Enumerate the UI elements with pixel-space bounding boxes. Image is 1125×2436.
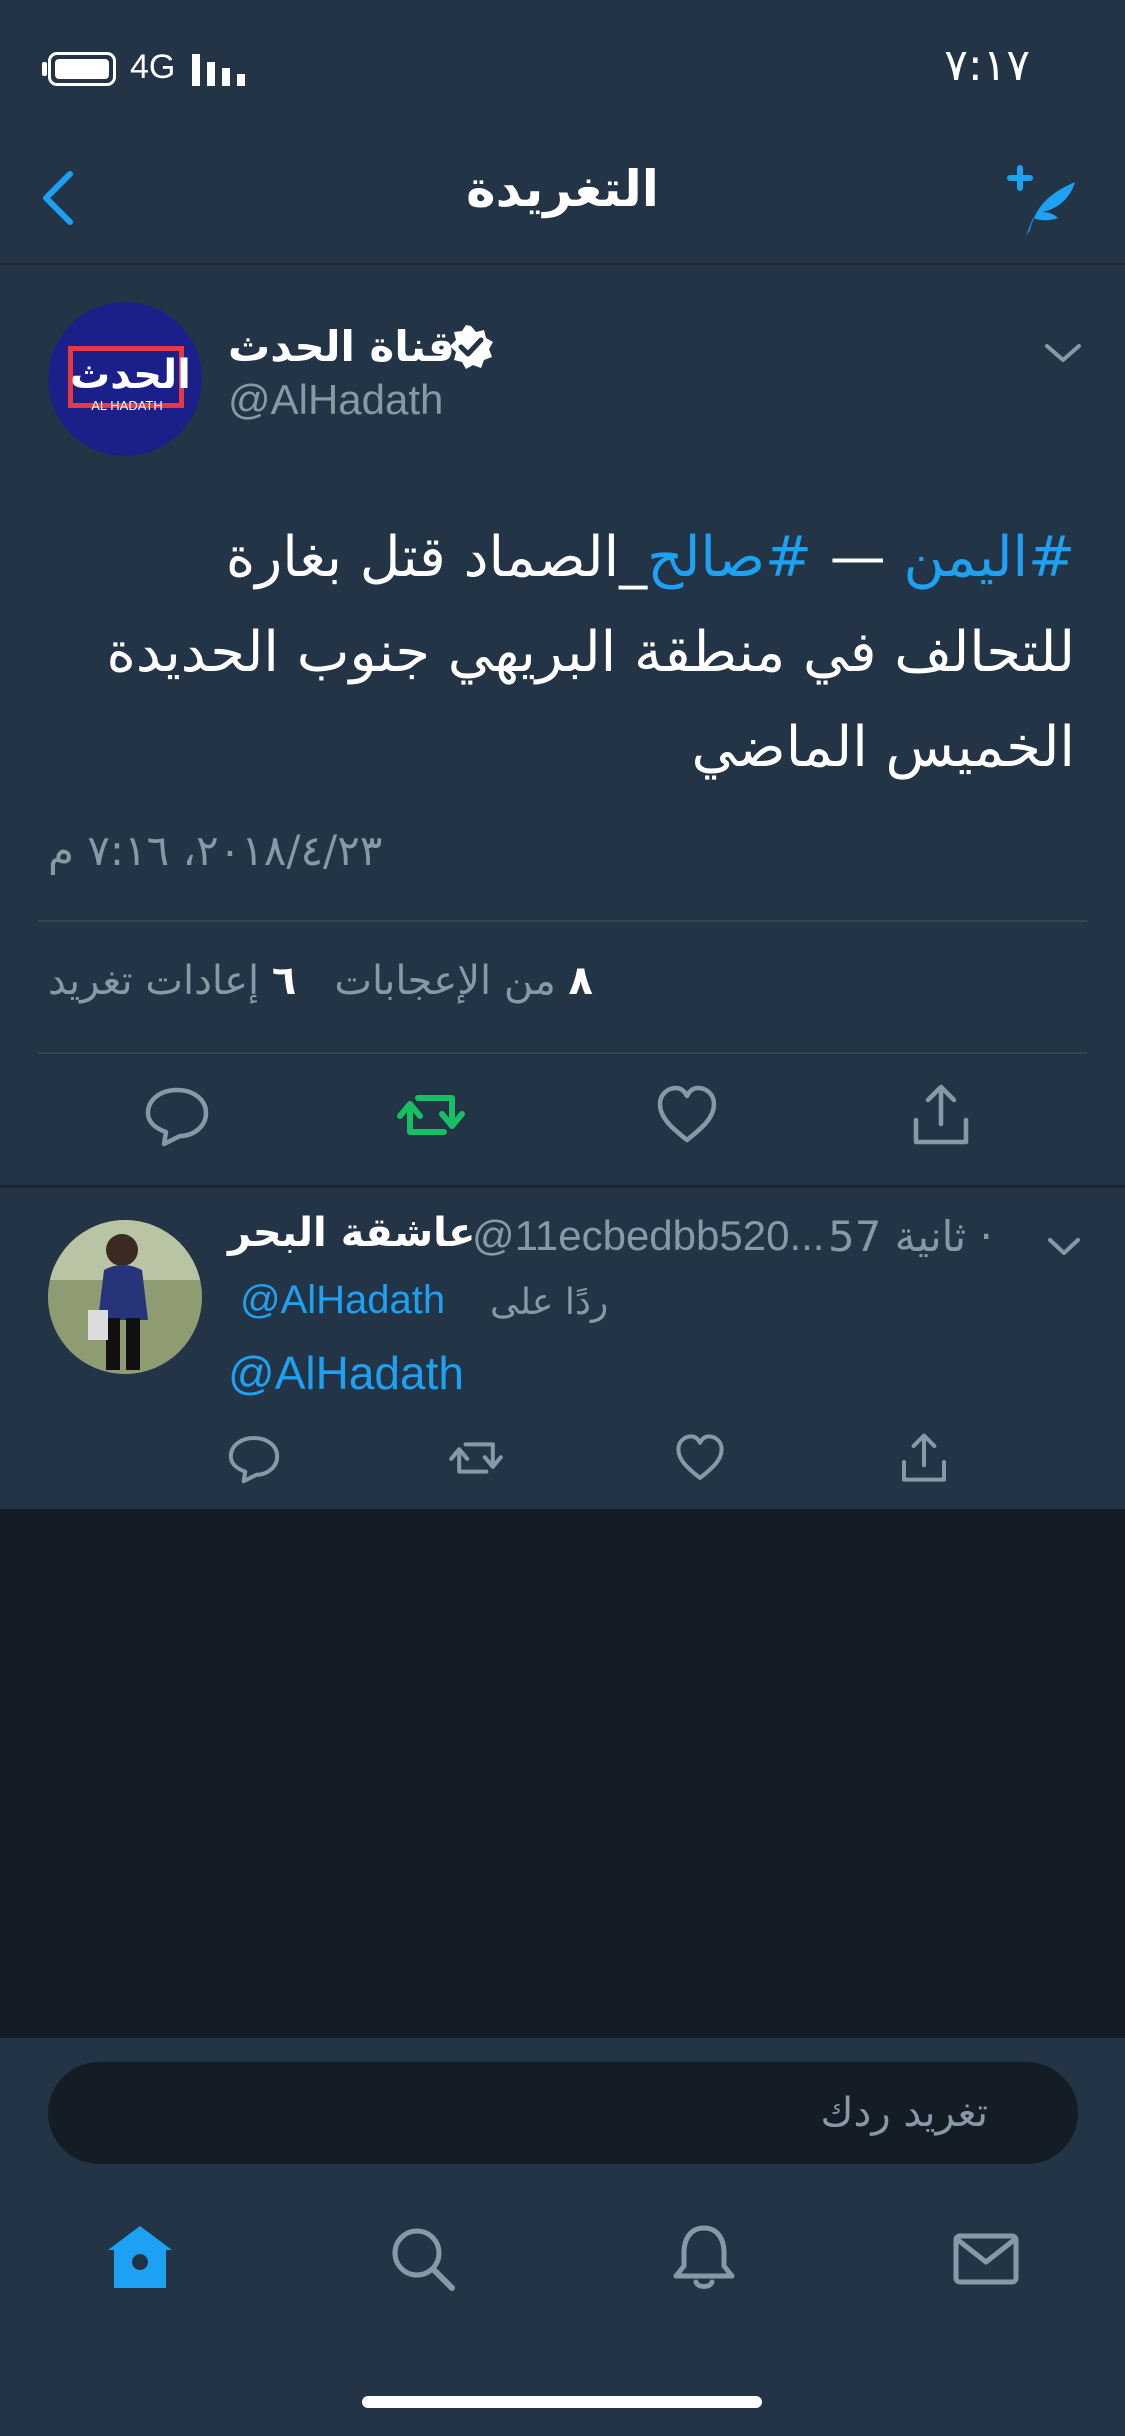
likes-label[interactable]: من الإعجابات <box>334 958 555 1004</box>
network-type: 4G <box>130 48 176 86</box>
channel-logo: الحدث <box>70 352 191 398</box>
divider <box>38 1052 1087 1054</box>
chevron-down-icon[interactable] <box>1046 1232 1082 1260</box>
like-icon[interactable] <box>672 1430 728 1486</box>
reply-to-label: ردًا على <box>490 1282 609 1323</box>
reply-to-handle[interactable]: @AlHadath <box>240 1278 445 1323</box>
tweet-dash: — <box>811 525 904 590</box>
retweets-count[interactable]: ٦ <box>272 958 296 1004</box>
retweet-icon[interactable] <box>448 1430 504 1486</box>
clock: ٧:١٧ <box>944 40 1030 91</box>
search-icon[interactable] <box>386 2222 458 2294</box>
reply-icon[interactable] <box>142 1080 212 1150</box>
person-photo <box>48 1220 202 1374</box>
retweets-label[interactable]: إعادات تغريد <box>48 958 259 1004</box>
home-icon[interactable] <box>104 2222 176 2294</box>
tweet-stats: ٨ من الإعجابات ٦ إعادات تغريد <box>48 958 593 1004</box>
author-handle[interactable]: @AlHadath <box>228 376 443 424</box>
messages-icon[interactable] <box>950 2222 1022 2294</box>
compose-tweet-icon[interactable] <box>1000 160 1080 240</box>
reply-input[interactable] <box>48 2062 1078 2164</box>
battery-icon <box>48 52 116 86</box>
reply-time: 57 ثانية · <box>828 1212 993 1261</box>
retweet-icon[interactable] <box>396 1080 466 1150</box>
tweet-text: #اليمن — #صالح_الصماد قتل بغارة للتحالف … <box>75 510 1075 795</box>
notifications-icon[interactable] <box>668 2222 740 2294</box>
reply-icon[interactable] <box>226 1430 282 1486</box>
reply-author-avatar[interactable] <box>48 1220 202 1374</box>
reply-author-handle[interactable]: @11ecbedbb520... <box>472 1212 824 1260</box>
reply-text-mention[interactable]: @AlHadath <box>228 1346 464 1400</box>
author-avatar[interactable]: الحدث AL HADATH <box>48 302 202 456</box>
home-indicator[interactable] <box>362 2396 762 2408</box>
divider <box>38 920 1087 922</box>
channel-logo-sub: AL HADATH <box>91 398 163 413</box>
reply-author-name[interactable]: عاشقة البحر <box>228 1210 475 1256</box>
share-icon[interactable] <box>896 1430 952 1486</box>
page-title: التغريدة <box>466 160 659 218</box>
verified-icon <box>450 325 493 369</box>
signal-icon <box>192 54 245 86</box>
share-icon[interactable] <box>906 1080 976 1150</box>
likes-count[interactable]: ٨ <box>568 958 592 1004</box>
like-icon[interactable] <box>652 1080 722 1150</box>
chevron-down-icon[interactable] <box>1043 338 1083 368</box>
author-name[interactable]: قناة الحدث <box>228 322 455 371</box>
tweet-timestamp: ٢٠١٨/٤/٢٣، ٧:١٦ م <box>48 826 383 875</box>
hashtag-link[interactable]: #اليمن <box>904 525 1075 590</box>
hashtag-link[interactable]: #صالح <box>647 525 812 590</box>
battery-tip <box>42 62 47 76</box>
